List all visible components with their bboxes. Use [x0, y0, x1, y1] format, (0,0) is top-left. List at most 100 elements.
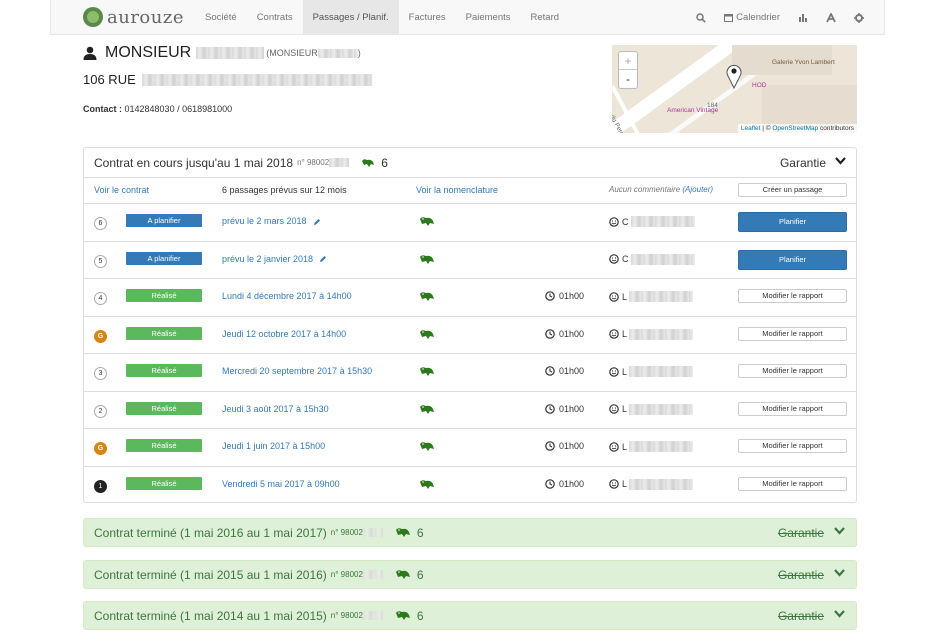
map-label-galerie: Galerie Yvon Lambert — [772, 59, 835, 66]
add-comment-link[interactable]: (Ajouter) — [682, 185, 713, 194]
smiley-icon — [609, 216, 622, 227]
create-passage-button[interactable]: Créer un passage — [738, 183, 847, 197]
edit-report-button[interactable]: Modifier le rapport — [738, 364, 847, 378]
nav-calendar-label: Calendrier — [736, 12, 780, 23]
past-contract-number: n° 98002 — [330, 611, 363, 620]
passage-date[interactable]: Jeudi 1 juin 2017 à 15h00 — [222, 441, 325, 451]
clock-icon — [545, 366, 559, 376]
edit-report-button[interactable]: Modifier le rapport — [738, 401, 847, 416]
clock-icon — [545, 291, 559, 301]
clock-icon — [545, 478, 559, 489]
technician: L — [609, 441, 694, 452]
brand-logo[interactable]: aurouze — [83, 7, 195, 28]
passage-date[interactable]: Mercredi 20 septembre 2017 à 15h30 — [222, 366, 372, 376]
passage-date[interactable]: Jeudi 3 août 2017 à 15h30 — [222, 404, 329, 414]
redacted-name — [196, 47, 265, 59]
nav-item[interactable]: Passages / Planif. — [302, 0, 399, 35]
edit-report-button[interactable]: Modifier le rapport — [738, 289, 847, 303]
redacted-number — [329, 158, 350, 167]
passage-date[interactable]: Lundi 4 décembre 2017 à 14h00 — [222, 291, 352, 301]
location-map[interactable]: + - Galerie Yvon Lambert HOD American Vi… — [612, 45, 857, 133]
redacted-number — [362, 570, 383, 579]
pencil-icon[interactable] — [307, 216, 321, 226]
status-badge: A planifier — [126, 214, 202, 227]
technician-initial: L — [622, 291, 628, 302]
zoom-out-button[interactable]: - — [619, 70, 637, 88]
duration-value: 01h00 — [559, 403, 585, 414]
bar-chart-icon[interactable] — [789, 13, 817, 23]
passage-row: G Réalisé Jeudi 12 octobre 2017 à 14h00 01h… — [84, 315, 856, 354]
chevron-down-icon[interactable] — [834, 610, 845, 618]
passage-date[interactable]: prévu le 2 janvier 2018 — [222, 254, 327, 264]
search-icon[interactable] — [687, 12, 715, 23]
smiley-icon — [609, 291, 622, 302]
passage-row: G Réalisé Jeudi 1 juin 2017 à 15h00 01h00 L M… — [84, 428, 856, 466]
navbar: aurouze Société Contrats Passages / Planif… — [50, 0, 885, 35]
passage-date[interactable]: Vendredi 5 mai 2017 à 09h00 — [222, 479, 340, 489]
nav-item[interactable]: Paiements — [456, 0, 521, 35]
passage-number-badge: 2 — [94, 404, 107, 418]
duration: 01h00 — [545, 291, 584, 301]
past-contract-panel[interactable]: Contrat terminé (1 mai 2014 au 1 mai 201… — [83, 601, 857, 630]
passage-date-text: prévu le 2 mars 2018 — [222, 216, 307, 226]
frog-icon — [362, 158, 375, 167]
passage-date[interactable]: prévu le 2 mars 2018 — [222, 216, 321, 226]
duration-value: 01h00 — [559, 478, 585, 489]
redacted-technician — [630, 253, 695, 265]
nav-calendar-link[interactable]: Calendrier — [715, 12, 789, 23]
passage-row: 6 A planifier prévu le 2 mars 2018 C Planifi… — [84, 203, 856, 241]
client-title: MONSIEUR — [105, 44, 192, 61]
past-contract-panel[interactable]: Contrat terminé (1 mai 2015 au 1 mai 201… — [83, 560, 857, 589]
planifier-button[interactable]: Planifier — [738, 212, 847, 232]
chevron-down-icon[interactable] — [834, 527, 845, 535]
duration-value: 01h00 — [559, 328, 585, 339]
technician-initial: C — [622, 254, 629, 264]
nav-item[interactable]: Factures — [399, 0, 456, 35]
attribution-suffix: contributors — [818, 125, 854, 132]
smiley-icon — [609, 479, 622, 489]
passage-number-badge: 4 — [94, 292, 107, 305]
smiley-icon — [609, 329, 622, 339]
font-icon[interactable] — [817, 12, 845, 23]
zoom-in-button[interactable]: + — [619, 52, 637, 70]
past-contract-title: Contrat terminé (1 mai 2015 au 1 mai 201… — [94, 567, 327, 582]
gear-icon[interactable] — [845, 12, 884, 23]
nomenclature-link[interactable]: Voir la nomenclature — [416, 185, 498, 195]
frog-icon — [395, 527, 411, 538]
past-contract-panel[interactable]: Contrat terminé (1 mai 2016 au 1 mai 201… — [83, 518, 857, 547]
osm-link[interactable]: OpenStreetMap — [772, 125, 818, 132]
leaflet-link[interactable]: Leaflet — [741, 125, 761, 132]
duration-value: 01h00 — [559, 441, 585, 451]
status-badge: Réalisé — [126, 401, 202, 415]
passage-date-text: Mercredi 20 septembre 2017 à 15h30 — [222, 366, 373, 376]
client-subtitle-prefix: (MONSIEUR — [266, 48, 318, 58]
current-contract-header[interactable]: Contrat en cours jusqu'au 1 mai 2018 n° … — [84, 148, 856, 178]
nav-item[interactable]: Retard — [521, 0, 570, 35]
redacted-technician — [629, 403, 694, 415]
contact-label: Contact : — [83, 104, 122, 114]
status-badge: A planifier — [126, 251, 202, 265]
planifier-button[interactable]: Planifier — [738, 249, 847, 270]
status-badge: Réalisé — [126, 439, 202, 452]
map-marker-icon[interactable] — [726, 63, 742, 89]
chevron-down-icon[interactable] — [834, 569, 845, 577]
clock-icon — [545, 441, 559, 451]
edit-report-button[interactable]: Modifier le rapport — [738, 476, 847, 491]
nav-item[interactable]: Société — [195, 0, 247, 35]
edit-report-button[interactable]: Modifier le rapport — [738, 439, 847, 453]
passage-date-text: Jeudi 1 juin 2017 à 15h00 — [222, 441, 326, 451]
frog-icon — [419, 254, 435, 267]
passage-date[interactable]: Jeudi 12 octobre 2017 à 14h00 — [222, 329, 346, 339]
edit-report-button[interactable]: Modifier le rapport — [738, 326, 847, 341]
pencil-icon[interactable] — [313, 254, 327, 264]
redacted-number — [362, 528, 383, 537]
garantie-label: Garantie — [777, 609, 824, 623]
chevron-down-icon[interactable] — [835, 157, 846, 165]
garantie-label: Garantie — [779, 156, 826, 170]
see-contract-link[interactable]: Voir le contrat — [94, 185, 149, 195]
frog-icon — [419, 441, 435, 454]
duration: 01h00 — [545, 404, 584, 414]
passage-number-badge: G — [94, 329, 107, 343]
technician-initial: C — [622, 216, 629, 227]
nav-item[interactable]: Contrats — [247, 0, 303, 35]
